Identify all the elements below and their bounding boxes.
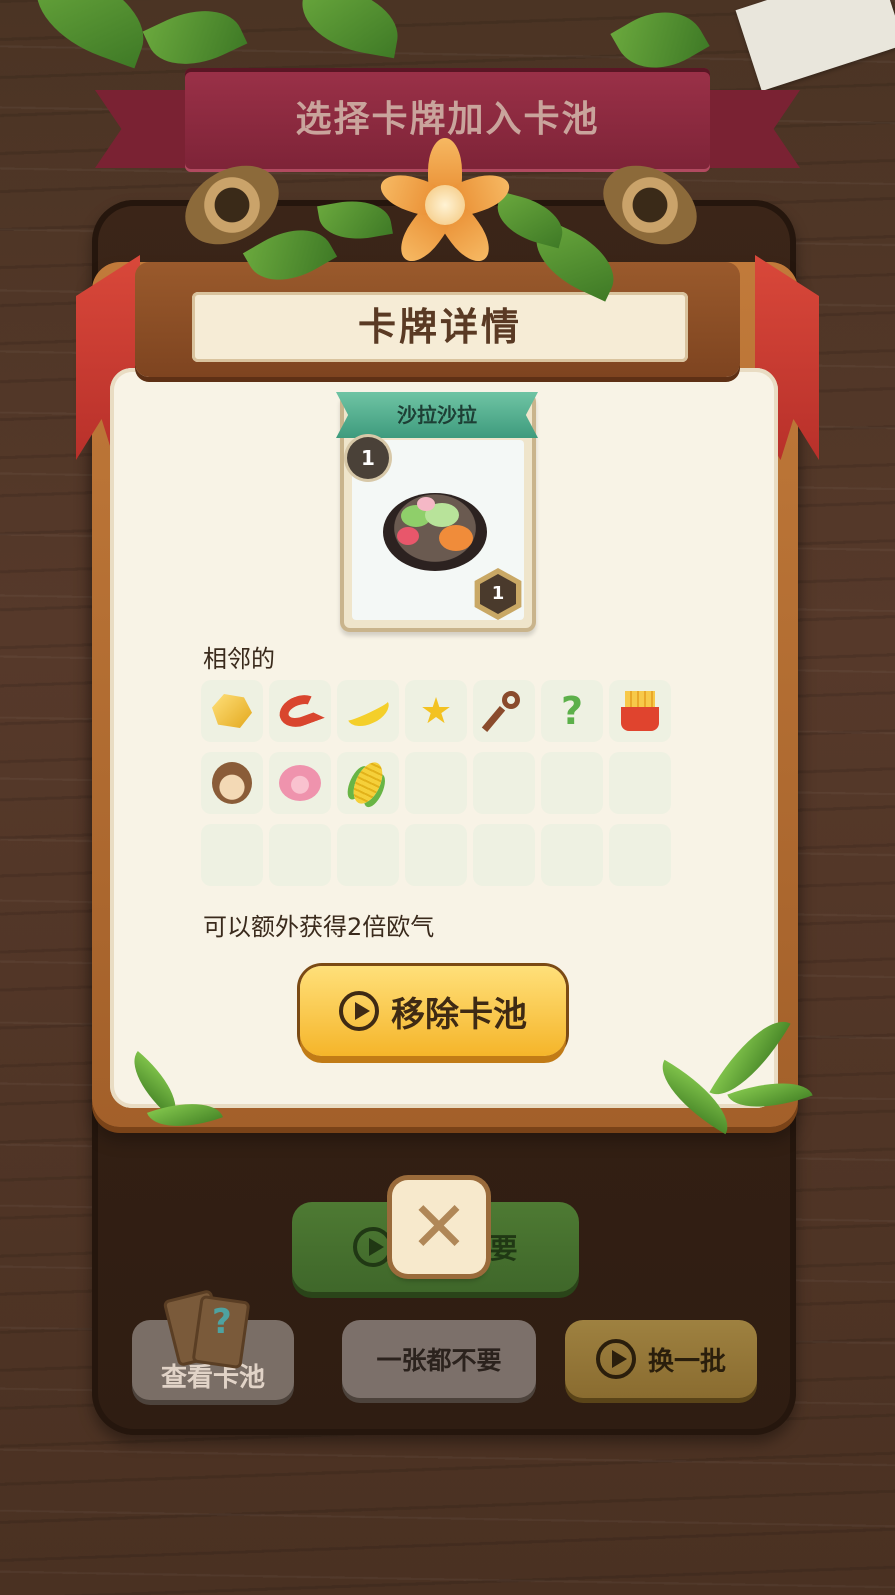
empty-slot [473,824,535,886]
star-icon: ★ [405,680,467,742]
empty-slot [609,824,671,886]
monkey-icon [201,752,263,814]
corn-icon [337,752,399,814]
card-cost-badge: 1 [347,437,389,479]
play-icon [353,1227,394,1267]
empty-slot [405,752,467,814]
adjacent-grid: ★ ? [201,680,675,890]
remove-from-pool-button[interactable]: 移除卡池 [300,966,566,1056]
empty-slot [541,824,603,886]
gold-nugget-icon [201,680,263,742]
card-name: 沙拉沙拉 [397,403,477,427]
pig-icon [269,752,331,814]
swap-batch-label: 换一批 [647,1346,726,1377]
flower-icon [376,138,514,272]
play-icon [595,1339,636,1379]
fries-icon [609,680,671,742]
leaf-decoration [21,0,159,69]
empty-slot [269,824,331,886]
empty-slot [609,752,671,814]
empty-slot [405,824,467,886]
effect-text: 可以额外获得2倍欧气 [203,913,435,941]
key-icon [473,680,535,742]
play-icon [339,991,379,1031]
close-button[interactable]: ✕ [392,1180,486,1274]
leaf-decoration [295,0,405,59]
card-pool-icon: ? [162,1288,256,1370]
take-none-button[interactable]: 一张都不要 [342,1320,536,1398]
banana-icon [337,680,399,742]
empty-slot [473,752,535,814]
empty-slot [337,824,399,886]
shrimp-icon [269,680,331,742]
remove-from-pool-label: 移除卡池 [391,994,527,1035]
detail-header-title: 卡牌详情 [357,305,522,349]
swap-batch-button[interactable]: 换一批 [565,1320,757,1398]
salad-plate-icon [383,493,487,571]
empty-slot [541,752,603,814]
sprout-icon: ? [541,680,603,742]
adjacent-label: 相邻的 [203,645,275,673]
empty-slot [201,824,263,886]
